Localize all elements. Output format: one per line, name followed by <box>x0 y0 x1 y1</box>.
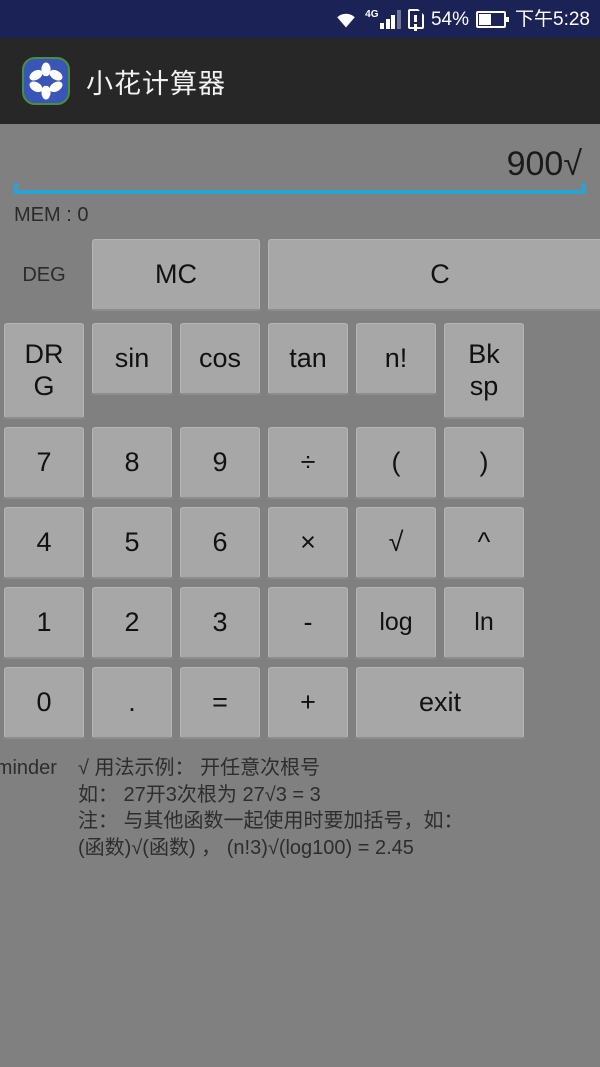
open-paren-button[interactable]: ( <box>356 427 436 499</box>
digit-5-button[interactable]: 5 <box>92 507 172 579</box>
wifi-icon <box>334 9 358 29</box>
digit-3-button[interactable]: 3 <box>180 587 260 659</box>
backspace-button[interactable]: Bk sp <box>444 323 524 419</box>
flower-app-icon <box>22 57 70 105</box>
exit-button[interactable]: exit <box>356 667 524 739</box>
multiply-button[interactable]: × <box>268 507 348 579</box>
sim-card-icon <box>407 9 424 29</box>
network-type-label: 4G <box>365 8 379 20</box>
calculator-app-screen: 4G 54% 下午5:28 小花计算器 900√ MEM: 0 DEG MC … <box>0 0 600 1067</box>
reminder-line-3: 注： 与其他函数一起使用时要加括号，如： <box>78 810 464 833</box>
memory-label: MEM : 0 <box>14 204 89 226</box>
status-bar-clock: 下午5:28 <box>515 8 590 30</box>
reminder-text: √ 用法示例： 开任意次根号 如： 27开3次根为 27√3 = 3 注： 与其… <box>78 755 600 861</box>
memory-clear-button[interactable]: MC <box>92 239 260 311</box>
digit-1-button[interactable]: 1 <box>4 587 84 659</box>
keypad: DEG MC C DR G sin cos tan n! Bk sp 7 8 9… <box>0 227 600 747</box>
divide-button[interactable]: ÷ <box>268 427 348 499</box>
equals-button[interactable]: = <box>180 667 260 739</box>
angle-mode-label: DEG <box>22 263 66 286</box>
status-bar: 4G 54% 下午5:28 <box>0 0 600 38</box>
digit-6-button[interactable]: 6 <box>180 507 260 579</box>
drg-button[interactable]: DR G <box>4 323 84 419</box>
minus-button[interactable]: - <box>268 587 348 659</box>
expression-value: 900√ <box>506 144 582 183</box>
digit-9-button[interactable]: 9 <box>180 427 260 499</box>
reminder-line-2: 如： 27开3次根为 27√3 = 3 <box>78 783 321 806</box>
decimal-point-button[interactable]: . <box>92 667 172 739</box>
digit-2-button[interactable]: 2 <box>92 587 172 659</box>
tan-button[interactable]: tan <box>268 323 348 395</box>
signal-bars-icon <box>380 9 401 29</box>
mobile-network-indicator: 4G <box>365 8 401 29</box>
plus-button[interactable]: + <box>268 667 348 739</box>
app-title: 小花计算器 <box>86 68 226 99</box>
cos-button[interactable]: cos <box>180 323 260 395</box>
close-paren-button[interactable]: ) <box>444 427 524 499</box>
reminder-line-4: (函数)√(函数) ， (n!3)√(log100) = 2.45 <box>78 836 414 859</box>
digit-0-button[interactable]: 0 <box>4 667 84 739</box>
input-underline <box>14 183 586 194</box>
factorial-button[interactable]: n! <box>356 323 436 395</box>
keypad-row-456: 4 5 6 × √ ^ <box>0 507 600 587</box>
reminder-line-1: √ 用法示例： 开任意次根号 <box>78 757 321 779</box>
battery-percent-label: 54% <box>430 8 470 30</box>
keypad-row-bottom: 0 . = + exit <box>0 667 600 747</box>
power-button[interactable]: ^ <box>444 507 524 579</box>
ln-button[interactable]: ln <box>444 587 524 659</box>
digit-8-button[interactable]: 8 <box>92 427 172 499</box>
sin-button[interactable]: sin <box>92 323 172 395</box>
app-bar: 小花计算器 <box>0 38 600 124</box>
reminder-label-line2: : <box>0 782 78 809</box>
log-button[interactable]: log <box>356 587 436 659</box>
keypad-row-789: 7 8 9 ÷ ( ) <box>0 427 600 507</box>
reminder-label-line1: reminder <box>0 757 57 779</box>
reminder-label: reminder : <box>0 755 78 861</box>
keypad-row-memory: DEG MC C <box>0 239 600 323</box>
battery-icon <box>476 10 510 28</box>
reminder-section: reminder : √ 用法示例： 开任意次根号 如： 27开3次根为 27√… <box>0 747 600 861</box>
clear-button[interactable]: C <box>268 239 600 311</box>
keypad-row-functions: DR G sin cos tan n! Bk sp <box>0 323 600 427</box>
display-area: 900√ <box>0 124 600 194</box>
digit-7-button[interactable]: 7 <box>4 427 84 499</box>
keypad-row-123: 1 2 3 - log ln <box>0 587 600 667</box>
digit-4-button[interactable]: 4 <box>4 507 84 579</box>
expression-input[interactable]: 900√ <box>8 138 592 190</box>
sqrt-button[interactable]: √ <box>356 507 436 579</box>
